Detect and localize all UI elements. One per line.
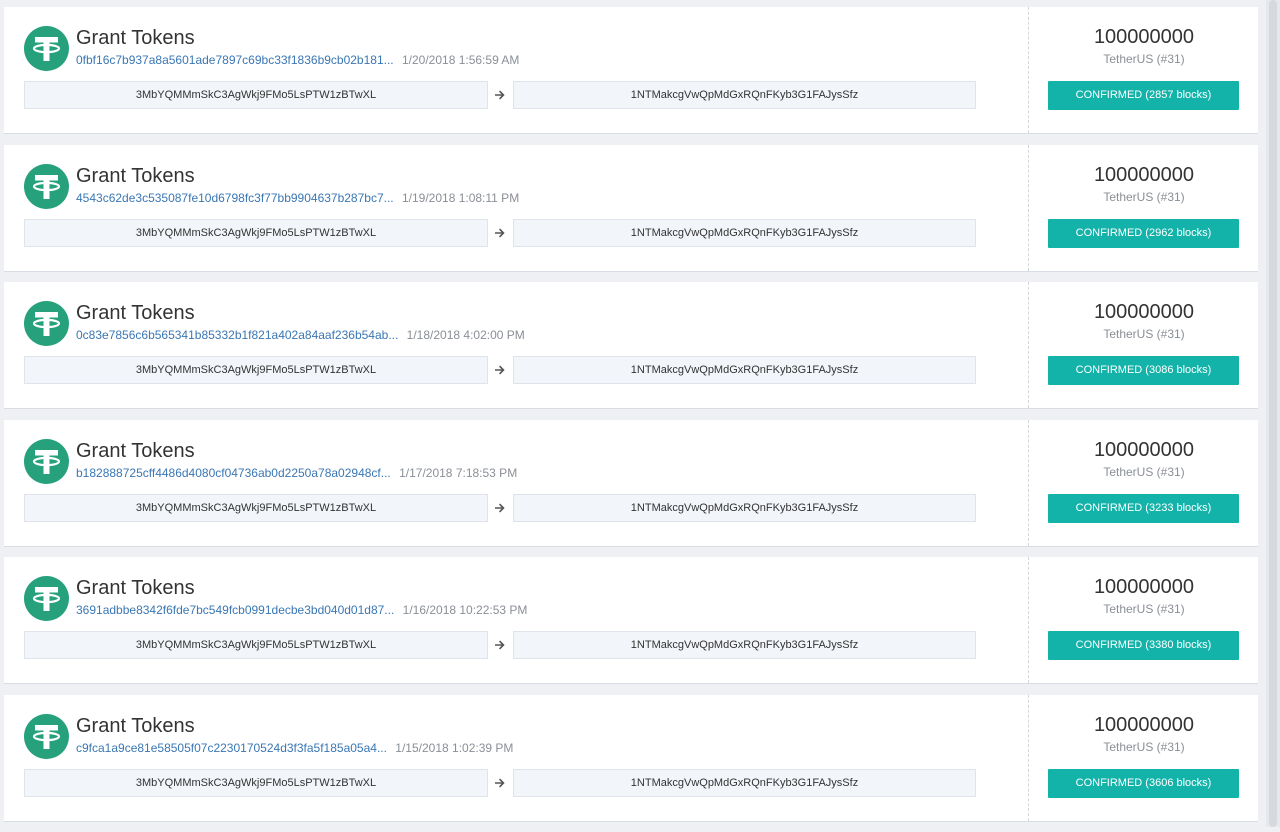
transaction-type: Grant Tokens: [76, 439, 195, 462]
transaction-hash-link[interactable]: 4543c62de3c535087fe10d6798fc3f77bb990463…: [76, 191, 394, 205]
confirmed-status-button[interactable]: CONFIRMED (3233 blocks): [1048, 493, 1239, 523]
arrow-right-icon: [492, 635, 508, 655]
from-address[interactable]: 3MbYQMMmSkC3AgWkj9FMo5LsPTW1zBTwXL: [24, 768, 488, 797]
currency-label: TetherUS (#31): [1103, 52, 1185, 66]
transaction-summary: 100000000 TetherUS (#31) CONFIRMED (3380…: [1028, 557, 1258, 683]
transaction-summary: 100000000 TetherUS (#31) CONFIRMED (2962…: [1028, 144, 1258, 271]
to-address[interactable]: 1NTMakcgVwQpMdGxRQnFKyb3G1FAJysSfz: [513, 81, 976, 109]
transaction-details: Grant Tokens c9fca1a9ce81e58505f07c22301…: [4, 695, 1028, 821]
arrow-right-icon: [492, 85, 508, 105]
transaction-hash-link[interactable]: 3691adbbe8342f6fde7bc549fcb0991decbe3bd0…: [76, 603, 394, 617]
arrow-right-icon: [492, 360, 508, 380]
transaction-type: Grant Tokens: [76, 714, 195, 737]
transaction-timestamp: 1/17/2018 7:18:53 PM: [399, 465, 518, 480]
to-address[interactable]: 1NTMakcgVwQpMdGxRQnFKyb3G1FAJysSfz: [513, 631, 976, 659]
token-amount: 100000000: [1093, 301, 1195, 323]
transaction-hash-link[interactable]: 0c83e7856c6b565341b85332b1f821a402a84aaf…: [76, 328, 398, 342]
scrollbar-thumb[interactable]: [1269, 0, 1277, 827]
confirmed-status-button[interactable]: CONFIRMED (3606 blocks): [1048, 768, 1239, 798]
transaction-details: Grant Tokens 0fbf16c7b937a8a5601ade7897c…: [4, 7, 1028, 133]
tether-logo-icon: [24, 26, 69, 71]
transaction-timestamp: 1/16/2018 10:22:53 PM: [402, 603, 528, 617]
transaction-card: Grant Tokens 3691adbbe8342f6fde7bc549fcb…: [4, 557, 1258, 684]
transaction-summary: 100000000 TetherUS (#31) CONFIRMED (3086…: [1028, 282, 1258, 408]
vertical-scrollbar[interactable]: [1266, 0, 1280, 827]
tether-logo-icon: [24, 163, 69, 209]
transaction-card: Grant Tokens b182888725cff4486d4080cf047…: [4, 419, 1258, 547]
transaction-card: Grant Tokens c9fca1a9ce81e58505f07c22301…: [4, 694, 1258, 822]
transaction-timestamp: 1/15/2018 1:02:39 PM: [395, 740, 514, 755]
transaction-hash-link[interactable]: 0fbf16c7b937a8a5601ade7897c69bc33f1836b9…: [76, 53, 394, 67]
arrow-right-icon: [492, 223, 508, 243]
from-address[interactable]: 3MbYQMMmSkC3AgWkj9FMo5LsPTW1zBTwXL: [24, 218, 488, 247]
confirmed-status-button[interactable]: CONFIRMED (3380 blocks): [1048, 631, 1239, 660]
transaction-details: Grant Tokens 0c83e7856c6b565341b85332b1f…: [4, 282, 1028, 408]
transaction-type: Grant Tokens: [76, 164, 195, 187]
transaction-details: Grant Tokens 3691adbbe8342f6fde7bc549fcb…: [4, 557, 1028, 683]
transaction-card: Grant Tokens 0c83e7856c6b565341b85332b1f…: [4, 282, 1258, 409]
confirmed-status-button[interactable]: CONFIRMED (3086 blocks): [1048, 356, 1239, 385]
transaction-meta: c9fca1a9ce81e58505f07c2230170524d3f3fa5f…: [76, 741, 513, 755]
to-address[interactable]: 1NTMakcgVwQpMdGxRQnFKyb3G1FAJysSfz: [513, 218, 976, 247]
to-address[interactable]: 1NTMakcgVwQpMdGxRQnFKyb3G1FAJysSfz: [513, 493, 976, 522]
transaction-meta: b182888725cff4486d4080cf04736ab0d2250a78…: [76, 466, 517, 480]
transaction-details: Grant Tokens b182888725cff4486d4080cf047…: [4, 420, 1028, 546]
to-address[interactable]: 1NTMakcgVwQpMdGxRQnFKyb3G1FAJysSfz: [513, 356, 976, 384]
transaction-summary: 100000000 TetherUS (#31) CONFIRMED (2857…: [1028, 7, 1258, 133]
tether-logo-icon: [24, 576, 69, 621]
transaction-card: Grant Tokens 0fbf16c7b937a8a5601ade7897c…: [4, 7, 1258, 134]
arrow-right-icon: [492, 773, 508, 793]
transaction-list: Grant Tokens 0fbf16c7b937a8a5601ade7897c…: [4, 7, 1258, 832]
token-amount: 100000000: [1093, 438, 1195, 461]
currency-label: TetherUS (#31): [1103, 602, 1185, 616]
transaction-type: Grant Tokens: [76, 302, 195, 324]
from-address[interactable]: 3MbYQMMmSkC3AgWkj9FMo5LsPTW1zBTwXL: [24, 631, 488, 659]
transaction-type: Grant Tokens: [76, 577, 195, 599]
transaction-timestamp: 1/20/2018 1:56:59 AM: [401, 53, 520, 67]
from-address[interactable]: 3MbYQMMmSkC3AgWkj9FMo5LsPTW1zBTwXL: [24, 356, 488, 384]
transaction-details: Grant Tokens 4543c62de3c535087fe10d6798f…: [4, 145, 1028, 271]
transaction-hash-link[interactable]: b182888725cff4486d4080cf04736ab0d2250a78…: [76, 466, 391, 480]
from-address[interactable]: 3MbYQMMmSkC3AgWkj9FMo5LsPTW1zBTwXL: [24, 81, 488, 109]
transaction-timestamp: 1/19/2018 1:08:11 PM: [401, 190, 520, 205]
from-address[interactable]: 3MbYQMMmSkC3AgWkj9FMo5LsPTW1zBTwXL: [24, 493, 488, 522]
currency-label: TetherUS (#31): [1103, 464, 1185, 479]
to-address[interactable]: 1NTMakcgVwQpMdGxRQnFKyb3G1FAJysSfz: [513, 768, 976, 797]
transaction-meta: 0c83e7856c6b565341b85332b1f821a402a84aaf…: [76, 328, 525, 342]
transaction-hash-link[interactable]: c9fca1a9ce81e58505f07c2230170524d3f3fa5f…: [76, 741, 387, 755]
transaction-card: Grant Tokens 4543c62de3c535087fe10d6798f…: [4, 144, 1258, 272]
transaction-meta: 0fbf16c7b937a8a5601ade7897c69bc33f1836b9…: [76, 53, 519, 67]
tether-logo-icon: [24, 713, 69, 759]
transaction-meta: 3691adbbe8342f6fde7bc549fcb0991decbe3bd0…: [76, 603, 527, 617]
transaction-summary: 100000000 TetherUS (#31) CONFIRMED (3606…: [1028, 694, 1258, 821]
confirmed-status-button[interactable]: CONFIRMED (2962 blocks): [1048, 218, 1239, 248]
currency-label: TetherUS (#31): [1103, 189, 1185, 204]
tether-logo-icon: [24, 301, 69, 346]
transaction-timestamp: 1/18/2018 4:02:00 PM: [406, 328, 525, 342]
currency-label: TetherUS (#31): [1103, 739, 1185, 754]
token-amount: 100000000: [1093, 576, 1195, 598]
token-amount: 100000000: [1093, 26, 1195, 48]
tether-logo-icon: [24, 438, 69, 484]
transaction-type: Grant Tokens: [76, 27, 195, 49]
transaction-summary: 100000000 TetherUS (#31) CONFIRMED (3233…: [1028, 419, 1258, 546]
transaction-meta: 4543c62de3c535087fe10d6798fc3f77bb990463…: [76, 191, 519, 205]
arrow-right-icon: [492, 498, 508, 518]
token-amount: 100000000: [1093, 163, 1195, 186]
confirmed-status-button[interactable]: CONFIRMED (2857 blocks): [1048, 81, 1239, 110]
currency-label: TetherUS (#31): [1103, 327, 1185, 341]
token-amount: 100000000: [1093, 713, 1195, 736]
